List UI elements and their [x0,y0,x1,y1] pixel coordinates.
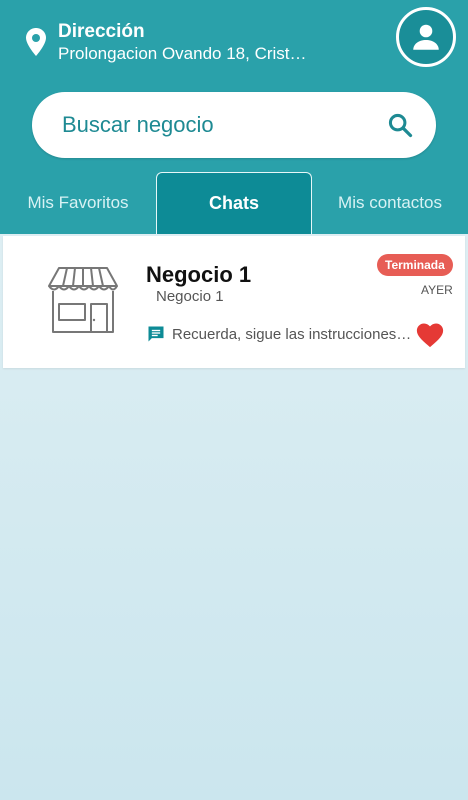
location-pin-icon [26,28,46,56]
tab-mis-favoritos[interactable]: Mis Favoritos [0,172,156,234]
status-badge: Terminada [377,254,453,276]
account-icon [413,24,439,50]
tab-chats[interactable]: Chats [156,172,312,234]
tab-mis-contactos[interactable]: Mis contactos [312,172,468,234]
store-icon [48,267,118,333]
profile-button[interactable] [396,7,456,67]
address-line: Prolongacion Ovando 18, Crist… [58,44,307,64]
heart-icon[interactable] [415,320,445,348]
tab-bar: Mis Favoritos Chats Mis contactos [0,172,468,234]
message-icon [148,326,164,342]
chat-timestamp: AYER [421,283,453,297]
chat-list-item[interactable]: Negocio 1 Negocio 1 Terminada AYER Recue… [3,236,465,368]
search-icon[interactable] [386,111,414,139]
last-message-row: Recuerda, sigue las instrucciones… [146,322,416,346]
search-bar[interactable] [32,92,436,158]
business-name: Negocio 1 [146,262,252,287]
address-selector[interactable]: Dirección Prolongacion Ovando 18, Crist… [24,18,384,66]
app-header: Dirección Prolongacion Ovando 18, Crist…… [0,0,468,234]
address-title: Dirección [58,20,145,42]
address-text: Dirección Prolongacion Ovando 18, Crist… [58,20,358,65]
business-subtitle: Negocio 1 [156,288,224,305]
search-input[interactable] [62,112,386,138]
last-message: Recuerda, sigue las instrucciones… [172,325,412,343]
